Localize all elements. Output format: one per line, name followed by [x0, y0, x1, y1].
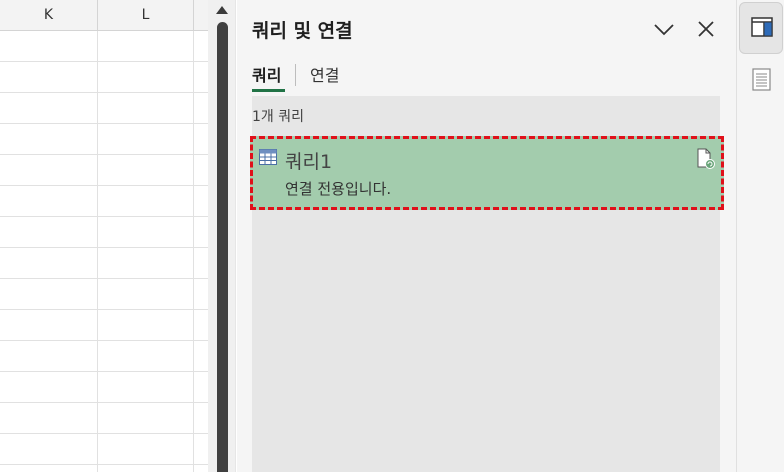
tab-divider	[295, 64, 296, 86]
active-tab-indicator	[252, 89, 285, 92]
query-description: 연결 전용입니다.	[285, 180, 392, 198]
queries-connections-pane: 쿼리 및 연결 쿼리 연결 1개 쿼리 쿼리1 연결 전용입니다.	[237, 0, 736, 472]
column-header-l[interactable]: L	[98, 0, 194, 31]
table-icon	[259, 149, 277, 165]
query-list-item[interactable]: 쿼리1 연결 전용입니다.	[250, 136, 724, 210]
document-list-icon	[752, 68, 771, 91]
scrollbar-thumb[interactable]	[217, 22, 228, 472]
pane-close-button[interactable]	[694, 14, 720, 44]
file-refresh-icon[interactable]	[696, 148, 716, 170]
side-pane-strip	[736, 0, 784, 472]
query-list: 1개 쿼리 쿼리1 연결 전용입니다.	[250, 96, 724, 472]
vertical-scrollbar[interactable]	[208, 0, 236, 472]
tab-connections[interactable]: 연결	[310, 62, 339, 86]
close-icon	[698, 21, 714, 37]
column-header-row: K L	[0, 0, 208, 31]
panel-layout-icon	[751, 17, 773, 37]
pane-options-button[interactable]	[652, 14, 676, 44]
tab-queries[interactable]: 쿼리	[252, 62, 281, 86]
document-pane-button[interactable]	[751, 66, 773, 94]
query-name: 쿼리1	[285, 151, 333, 173]
cell-grid[interactable]	[0, 31, 208, 472]
scroll-up-arrow-icon[interactable]	[216, 6, 228, 14]
spreadsheet-area[interactable]: K L	[0, 0, 208, 472]
chevron-down-icon	[654, 24, 674, 36]
queries-pane-toggle-button[interactable]	[739, 2, 783, 54]
pane-title: 쿼리 및 연결	[252, 20, 353, 42]
column-header-partial[interactable]	[194, 0, 208, 31]
query-count-label: 1개 쿼리	[252, 109, 304, 125]
pane-tabs: 쿼리 연결	[252, 58, 722, 94]
column-header-k[interactable]: K	[0, 0, 98, 31]
